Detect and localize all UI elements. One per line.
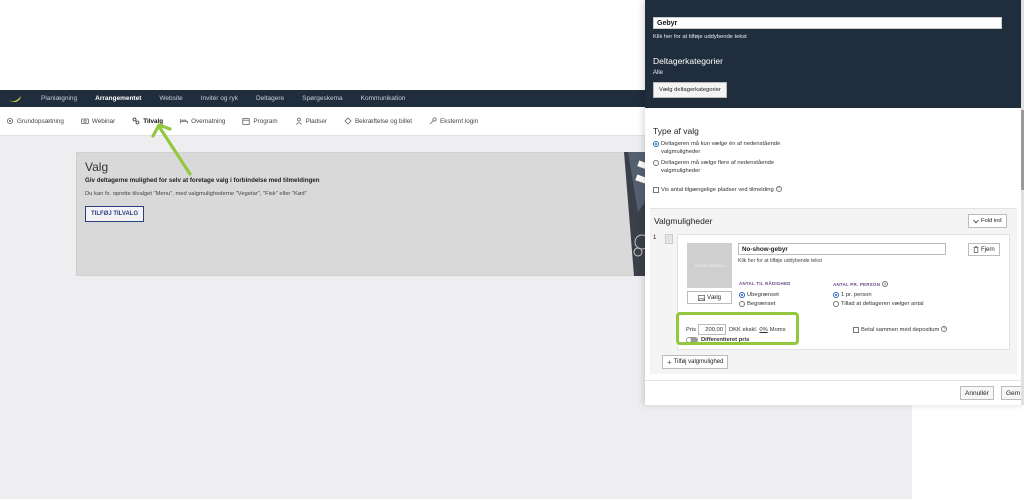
panel-header: Gebyr Klik her for at tilføje uddybende … (645, 0, 1021, 108)
drag-handle-icon[interactable]: ⋮ (665, 234, 673, 244)
sub-navigation: Grundopsætning Webinar Tilvalg Overnatni… (0, 107, 652, 136)
categories-value: Alle (653, 70, 664, 76)
topnav-item-deltagere[interactable]: Deltagere (256, 95, 284, 102)
per-person-header-label: ANTAL PR. PERSON (833, 281, 881, 287)
subnav-item-program[interactable]: Program (242, 117, 278, 125)
subnav-item-pladser[interactable]: Pladser (295, 117, 327, 125)
add-option-label: Tilføj valgmulighed (673, 359, 724, 365)
subnav-label: Webinar (91, 117, 116, 125)
radio-selected[interactable] (653, 141, 659, 147)
per-person-option-label: 1 pr. person (841, 292, 872, 298)
options-section: Valgmuligheder Fold ind 1 ⋮ IMAGE SCREEN… (650, 208, 1017, 374)
topnav-item-arrangementet[interactable]: Arrangementet (95, 95, 141, 102)
subnav-label: Bekræftelse og billet (354, 117, 412, 125)
type-option-multiple[interactable]: Deltageren må vælge flere af nedenståend… (653, 159, 813, 175)
subnav-label: Program (253, 117, 278, 125)
remove-option-label: Fjern (981, 246, 995, 253)
deposit-checkbox-row[interactable]: Betal sammen med depositum ? (853, 326, 948, 334)
tilvalg-title-input[interactable]: Gebyr (653, 17, 1002, 29)
qty-option-unlimited[interactable]: Ubegrænset (739, 291, 779, 299)
option-desc-hint[interactable]: Klik her for at tilføje uddybende tekst (738, 258, 822, 264)
qty-header: ANTAL TIL RÅDIGHED (739, 281, 791, 286)
subnav-item-bekraeftelse[interactable]: Bekræftelse og billet (344, 117, 412, 125)
radio-unselected[interactable] (739, 301, 745, 307)
topnav-item-spoergeskema[interactable]: Spørgeskema (302, 95, 342, 102)
choose-image-label: Vælg (706, 294, 721, 301)
subnav-label: Eksternt login (440, 117, 479, 125)
card-subtitle: Giv deltagerne mulighed for selv at fore… (85, 177, 320, 184)
show-seats-label: Vis antal tilgængelige pladser ved tilme… (661, 187, 774, 193)
chevron-down-icon (973, 219, 979, 223)
person-icon (295, 117, 302, 125)
qty-option-limited[interactable]: Begrænset (739, 300, 775, 308)
option-name-input[interactable]: No-show-gebyr (738, 243, 946, 255)
deposit-checkbox[interactable] (853, 327, 859, 333)
gear-icon (7, 118, 13, 124)
choose-categories-button[interactable]: Vælg deltagerkategorier (653, 82, 727, 98)
plus-icon: + (667, 357, 672, 367)
radio-unselected[interactable] (653, 160, 659, 166)
camera-icon (81, 118, 89, 124)
qty-option-label: Ubegrænset (747, 292, 779, 298)
remove-option-button[interactable]: Fjern (968, 243, 1000, 256)
subnav-label: Pladser (305, 117, 327, 125)
topnav-item-kommunikation[interactable]: Kommunikation (361, 95, 406, 102)
options-title: Valgmuligheder (654, 216, 713, 226)
subnav-label: Grundopsætning (17, 117, 64, 125)
ticket-icon (344, 117, 352, 125)
qty-option-label: Begrænset (747, 301, 776, 307)
type-option-single[interactable]: Deltageren må kun vælge én af nedenståen… (653, 140, 813, 156)
type-option-label: Deltageren må kun vælge én af nedenståen… (661, 141, 781, 155)
subnav-item-grundopsaetning[interactable]: Grundopsætning (6, 117, 64, 125)
top-navigation: Planlægning Arrangementet Website Invité… (0, 90, 652, 107)
topnav-item-planlaegning[interactable]: Planlægning (41, 95, 77, 102)
type-title: Type af valg (653, 126, 699, 136)
subnav-item-eksternt-login[interactable]: Eksternt login (429, 117, 478, 125)
per-person-header: ANTAL PR. PERSON ? (833, 281, 889, 287)
add-tilvalg-button[interactable]: TILFØJ TILVALG (85, 206, 145, 222)
tilvalg-desc-hint[interactable]: Klik her for at tilføje uddybende tekst (653, 34, 747, 40)
radio-selected[interactable] (833, 292, 839, 298)
fold-in-label: Fold ind (981, 218, 1002, 224)
key-icon (429, 117, 437, 125)
show-seats-checkbox[interactable] (653, 187, 659, 193)
deposit-label: Betal sammen med depositum (861, 327, 940, 333)
info-icon[interactable]: ? (941, 326, 948, 332)
radio-selected[interactable] (739, 292, 745, 298)
cancel-button[interactable]: Annullér (960, 386, 994, 400)
options-icon (132, 117, 140, 125)
banana-logo-icon (9, 95, 21, 102)
subnav-item-webinar[interactable]: Webinar (81, 117, 115, 125)
option-number: 1 (653, 235, 657, 241)
image-icon (698, 294, 705, 301)
radio-unselected[interactable] (833, 301, 839, 307)
choose-image-button[interactable]: Vælg (687, 291, 732, 304)
footer-divider (645, 380, 1021, 381)
calendar-icon (242, 118, 251, 125)
topnav-item-inviter[interactable]: Invitér og ryk (201, 95, 238, 102)
per-person-option-choose[interactable]: Tillad at deltageren vælger antal (833, 300, 924, 308)
info-icon[interactable]: ? (882, 281, 889, 287)
price-highlight-annotation (676, 312, 799, 345)
info-icon[interactable]: ? (775, 186, 782, 192)
per-person-option-one[interactable]: 1 pr. person (833, 291, 872, 299)
add-option-button[interactable]: + Tilføj valgmulighed (662, 355, 729, 369)
categories-title: Deltagerkategorier (653, 56, 723, 66)
type-option-label: Deltageren må vælge flere af nedenståend… (661, 160, 775, 174)
card-title: Valg (85, 160, 109, 174)
show-seats-checkbox-row[interactable]: Vis antal tilgængelige pladser ved tilme… (653, 186, 782, 194)
green-arrow-annotation-icon (151, 123, 192, 176)
image-placeholder: IMAGE SCREEN (687, 243, 732, 288)
topnav-item-website[interactable]: Website (159, 95, 182, 102)
card-hint: Du kan fx. oprette tilvalget "Menu", med… (85, 191, 307, 197)
per-person-option-label: Tillad at deltageren vælger antal (841, 301, 924, 307)
fold-in-button[interactable]: Fold ind (968, 214, 1007, 228)
trash-icon (973, 246, 979, 253)
